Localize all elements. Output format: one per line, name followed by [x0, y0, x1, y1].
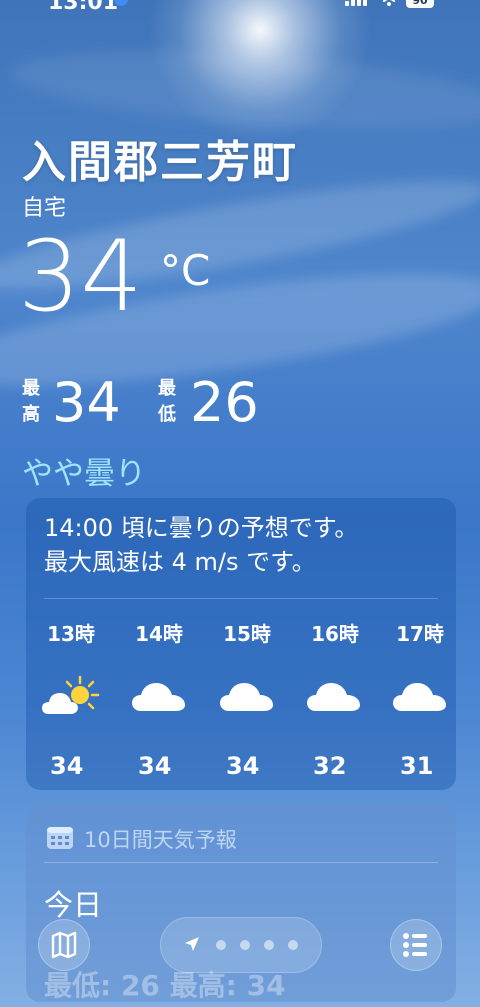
- high-temperature: 34: [52, 371, 121, 434]
- temperature-unit: °C: [160, 246, 211, 295]
- hour-item: 17時: [384, 618, 456, 647]
- summary-line-2: 最大風速は 4 m/s です。: [44, 547, 316, 576]
- hour-temperature: 34: [226, 752, 260, 780]
- hour-temperature: 34: [138, 752, 172, 780]
- hour-temperature: 32: [313, 752, 347, 780]
- hour-item: 16時: [299, 618, 371, 647]
- wifi-icon: [382, 0, 396, 6]
- cloud-icon: [393, 683, 446, 711]
- hour-temperature: 31: [400, 752, 434, 780]
- status-bar: 13:01 90: [0, 0, 480, 22]
- city-list-button[interactable]: [390, 919, 442, 971]
- page-indicator[interactable]: [160, 917, 322, 973]
- forecast-divider: [44, 862, 438, 863]
- location-subtitle: 自宅: [22, 196, 67, 221]
- hour-item: 14時: [123, 618, 195, 647]
- battery-indicator: 90: [406, 0, 434, 8]
- location-arrow-icon: [185, 937, 199, 951]
- list-icon: [403, 933, 427, 957]
- forecast-title: 10日間天気予報: [84, 828, 237, 852]
- hour-item: 15時: [211, 618, 283, 647]
- status-time: 13:01: [48, 0, 119, 15]
- signal-icon: [345, 0, 367, 6]
- calendar-icon: [47, 827, 73, 849]
- hourly-forecast-panel[interactable]: 14:00 頃に曇りの予想です。 最大風速は 4 m/s です。 13時 14時…: [26, 498, 456, 790]
- cloud-icon: [132, 683, 185, 711]
- map-icon: [51, 931, 77, 959]
- page-dot: [216, 940, 226, 950]
- current-temperature: 34: [18, 220, 143, 334]
- high-label-2: 高: [22, 404, 40, 425]
- hour-time: 14時: [135, 622, 183, 646]
- hour-item: 13時: [35, 618, 107, 647]
- hourly-summary: 14:00 頃に曇りの予想です。 最大風速は 4 m/s です。: [44, 512, 358, 579]
- cloud-icon: [307, 683, 360, 711]
- summary-line-1: 14:00 頃に曇りの予想です。: [44, 514, 359, 542]
- weather-condition: やや曇り: [22, 456, 146, 492]
- page-dot: [288, 940, 298, 950]
- city-name: 入間郡三芳町: [22, 137, 298, 188]
- hour-time: 16時: [311, 622, 359, 646]
- cloud-icon: [220, 683, 273, 711]
- high-label-1: 最: [22, 378, 40, 399]
- low-label-2: 低: [158, 404, 176, 425]
- hour-temperature: 34: [50, 752, 84, 780]
- page-dot: [240, 940, 250, 950]
- hour-time: 15時: [223, 622, 271, 646]
- partly-sunny-icon: [42, 675, 100, 714]
- low-label-1: 最: [158, 378, 176, 399]
- hour-time: 17時: [396, 622, 444, 646]
- hourly-divider: [44, 598, 438, 599]
- low-temperature: 26: [190, 371, 259, 434]
- hour-time: 13時: [47, 622, 95, 646]
- page-dot: [264, 940, 274, 950]
- forecast-today-label: 今日: [44, 888, 103, 922]
- map-button[interactable]: [38, 919, 90, 971]
